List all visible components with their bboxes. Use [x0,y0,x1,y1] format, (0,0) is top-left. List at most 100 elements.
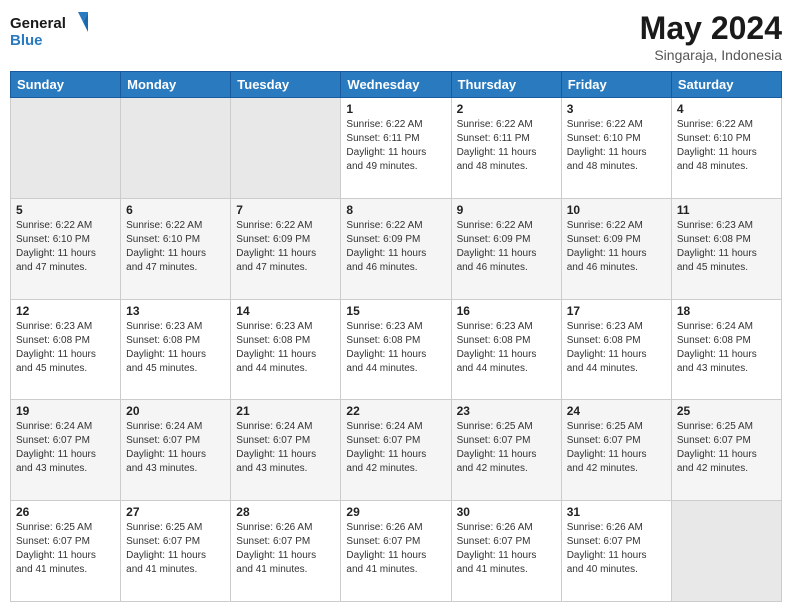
day-info: Sunrise: 6:25 AM Sunset: 6:07 PM Dayligh… [126,521,225,577]
day-info: Sunrise: 6:23 AM Sunset: 6:08 PM Dayligh… [457,320,556,376]
day-info: Sunrise: 6:26 AM Sunset: 6:07 PM Dayligh… [457,521,556,577]
calendar-cell: 16 Sunrise: 6:23 AM Sunset: 6:08 PM Dayli… [451,299,561,400]
week-row-3: 19 Sunrise: 6:24 AM Sunset: 6:07 PM Dayli… [11,400,782,501]
day-info: Sunrise: 6:26 AM Sunset: 6:07 PM Dayligh… [567,521,666,577]
calendar-cell: 17Sunrise: 6:23 AM Sunset: 6:08 PM Dayli… [561,299,671,400]
day-number: 31 [567,505,666,519]
calendar-cell: 31 Sunrise: 6:26 AM Sunset: 6:07 PM Dayli… [561,501,671,602]
calendar-table: Sunday Monday Tuesday Wednesday Thursday… [10,71,782,602]
week-row-2: 12 Sunrise: 6:23 AM Sunset: 6:08 PM Dayli… [11,299,782,400]
calendar-cell [11,98,121,199]
col-friday: Friday [561,72,671,98]
week-row-1: 5 Sunrise: 6:22 AM Sunset: 6:10 PM Daylig… [11,198,782,299]
day-info: Sunrise: 6:22 AM Sunset: 6:09 PM Dayligh… [236,219,335,275]
day-number: 16 [457,304,556,318]
calendar-cell: 18Sunrise: 6:24 AM Sunset: 6:08 PM Dayli… [671,299,781,400]
day-info: Sunrise: 6:23 AM Sunset: 6:08 PM Dayligh… [16,320,115,376]
calendar-cell: 3Sunrise: 6:22 AM Sunset: 6:10 PM Daylig… [561,98,671,199]
calendar-cell: 28 Sunrise: 6:26 AM Sunset: 6:07 PM Dayli… [231,501,341,602]
calendar-cell: 24Sunrise: 6:25 AM Sunset: 6:07 PM Dayli… [561,400,671,501]
day-number: 13 [126,304,225,318]
day-number: 5 [16,203,115,217]
day-number: 23 [457,404,556,418]
day-number: 20 [126,404,225,418]
col-saturday: Saturday [671,72,781,98]
calendar-cell: 20 Sunrise: 6:24 AM Sunset: 6:07 PM Dayli… [121,400,231,501]
calendar-cell: 12 Sunrise: 6:23 AM Sunset: 6:08 PM Dayli… [11,299,121,400]
day-number: 8 [346,203,445,217]
day-info: Sunrise: 6:26 AM Sunset: 6:07 PM Dayligh… [346,521,445,577]
calendar-cell: 25 Sunrise: 6:25 AM Sunset: 6:07 PM Dayli… [671,400,781,501]
calendar-cell: 14Sunrise: 6:23 AM Sunset: 6:08 PM Dayli… [231,299,341,400]
calendar-cell [121,98,231,199]
calendar-cell: 15 Sunrise: 6:23 AM Sunset: 6:08 PM Dayli… [341,299,451,400]
calendar-cell: 29 Sunrise: 6:26 AM Sunset: 6:07 PM Dayli… [341,501,451,602]
day-number: 28 [236,505,335,519]
week-row-4: 26Sunrise: 6:25 AM Sunset: 6:07 PM Dayli… [11,501,782,602]
day-info: Sunrise: 6:23 AM Sunset: 6:08 PM Dayligh… [346,320,445,376]
day-number: 4 [677,102,776,116]
day-number: 27 [126,505,225,519]
col-wednesday: Wednesday [341,72,451,98]
day-info: Sunrise: 6:25 AM Sunset: 6:07 PM Dayligh… [677,420,776,476]
day-number: 7 [236,203,335,217]
day-info: Sunrise: 6:24 AM Sunset: 6:07 PM Dayligh… [16,420,115,476]
svg-text:Blue: Blue [10,32,43,49]
day-number: 9 [457,203,556,217]
calendar-cell: 4Sunrise: 6:22 AM Sunset: 6:10 PM Daylig… [671,98,781,199]
calendar-cell: 6 Sunrise: 6:22 AM Sunset: 6:10 PM Daylig… [121,198,231,299]
day-number: 29 [346,505,445,519]
day-number: 18 [677,304,776,318]
day-info: Sunrise: 6:23 AM Sunset: 6:08 PM Dayligh… [677,219,776,275]
calendar-cell: 21Sunrise: 6:24 AM Sunset: 6:07 PM Dayli… [231,400,341,501]
calendar-cell: 7 Sunrise: 6:22 AM Sunset: 6:09 PM Daylig… [231,198,341,299]
col-monday: Monday [121,72,231,98]
day-info: Sunrise: 6:23 AM Sunset: 6:08 PM Dayligh… [236,320,335,376]
calendar-cell: 23 Sunrise: 6:25 AM Sunset: 6:07 PM Dayli… [451,400,561,501]
col-thursday: Thursday [451,72,561,98]
day-number: 11 [677,203,776,217]
day-number: 15 [346,304,445,318]
day-info: Sunrise: 6:22 AM Sunset: 6:10 PM Dayligh… [126,219,225,275]
day-number: 25 [677,404,776,418]
calendar-cell [231,98,341,199]
day-number: 1 [346,102,445,116]
day-number: 10 [567,203,666,217]
month-title: May 2024 [640,10,782,47]
col-tuesday: Tuesday [231,72,341,98]
day-number: 24 [567,404,666,418]
day-info: Sunrise: 6:22 AM Sunset: 6:09 PM Dayligh… [457,219,556,275]
day-info: Sunrise: 6:23 AM Sunset: 6:08 PM Dayligh… [126,320,225,376]
day-info: Sunrise: 6:22 AM Sunset: 6:10 PM Dayligh… [16,219,115,275]
day-info: Sunrise: 6:25 AM Sunset: 6:07 PM Dayligh… [16,521,115,577]
day-info: Sunrise: 6:22 AM Sunset: 6:11 PM Dayligh… [346,118,445,174]
calendar-cell: 27 Sunrise: 6:25 AM Sunset: 6:07 PM Dayli… [121,501,231,602]
calendar-cell: 1 Sunrise: 6:22 AM Sunset: 6:11 PM Daylig… [341,98,451,199]
day-info: Sunrise: 6:22 AM Sunset: 6:09 PM Dayligh… [567,219,666,275]
day-number: 6 [126,203,225,217]
calendar-cell: 11 Sunrise: 6:23 AM Sunset: 6:08 PM Dayli… [671,198,781,299]
day-info: Sunrise: 6:26 AM Sunset: 6:07 PM Dayligh… [236,521,335,577]
day-info: Sunrise: 6:24 AM Sunset: 6:07 PM Dayligh… [126,420,225,476]
day-info: Sunrise: 6:22 AM Sunset: 6:10 PM Dayligh… [567,118,666,174]
day-info: Sunrise: 6:24 AM Sunset: 6:07 PM Dayligh… [236,420,335,476]
calendar-cell: 8 Sunrise: 6:22 AM Sunset: 6:09 PM Daylig… [341,198,451,299]
col-sunday: Sunday [11,72,121,98]
day-number: 12 [16,304,115,318]
calendar-cell: 19 Sunrise: 6:24 AM Sunset: 6:07 PM Dayli… [11,400,121,501]
day-number: 2 [457,102,556,116]
day-info: Sunrise: 6:25 AM Sunset: 6:07 PM Dayligh… [457,420,556,476]
title-block: May 2024 Singaraja, Indonesia [640,10,782,63]
page: General Blue May 2024 Singaraja, Indones… [0,0,792,612]
calendar-cell: 30 Sunrise: 6:26 AM Sunset: 6:07 PM Dayli… [451,501,561,602]
header-row: Sunday Monday Tuesday Wednesday Thursday… [11,72,782,98]
calendar-cell: 22Sunrise: 6:24 AM Sunset: 6:07 PM Dayli… [341,400,451,501]
calendar-cell: 5 Sunrise: 6:22 AM Sunset: 6:10 PM Daylig… [11,198,121,299]
day-number: 30 [457,505,556,519]
svg-text:General: General [10,15,66,32]
day-number: 17 [567,304,666,318]
day-info: Sunrise: 6:22 AM Sunset: 6:09 PM Dayligh… [346,219,445,275]
day-number: 19 [16,404,115,418]
subtitle: Singaraja, Indonesia [640,47,782,63]
calendar-cell: 2Sunrise: 6:22 AM Sunset: 6:11 PM Daylig… [451,98,561,199]
